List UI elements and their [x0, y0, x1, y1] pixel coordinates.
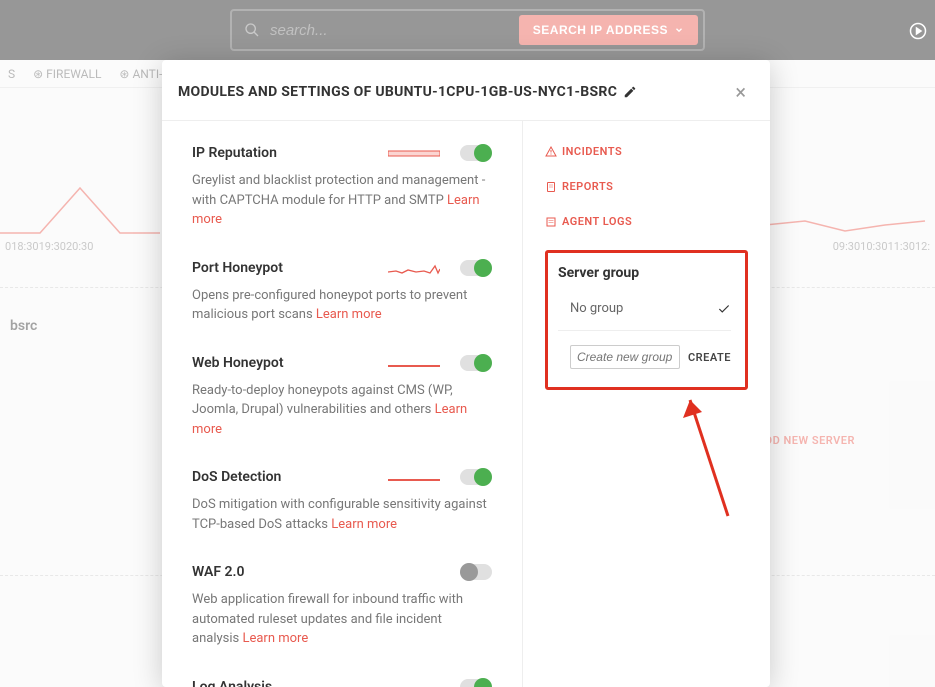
server-group-box: Server group No group CREATE: [545, 250, 748, 390]
warning-icon: [545, 146, 557, 158]
module-item: IP Reputation Greylist and blacklist pro…: [192, 145, 492, 230]
close-icon[interactable]: ×: [735, 80, 746, 104]
sparkline-icon: [388, 680, 440, 687]
module-toggle[interactable]: [460, 260, 492, 276]
nav-link-agent-logs[interactable]: AGENT LOGS: [545, 215, 748, 228]
create-group-button[interactable]: CREATE: [688, 351, 731, 364]
module-item: Port Honeypot Opens pre-configured honey…: [192, 260, 492, 325]
doc-icon: [545, 181, 557, 193]
module-toggle[interactable]: [460, 469, 492, 485]
modal-header: MODULES AND SETTINGS OF UBUNTU-1CPU-1GB-…: [162, 60, 770, 121]
learn-more-link[interactable]: Learn more: [242, 631, 308, 646]
module-item: Web Honeypot Ready-to-deploy honeypots a…: [192, 355, 492, 440]
learn-more-link[interactable]: Learn more: [316, 307, 382, 322]
modules-settings-modal: MODULES AND SETTINGS OF UBUNTU-1CPU-1GB-…: [162, 60, 770, 687]
sparkline-icon: [388, 146, 440, 160]
sparkline-icon: [388, 356, 440, 370]
module-toggle[interactable]: [460, 679, 492, 687]
create-group-input[interactable]: [570, 345, 680, 369]
module-name: Web Honeypot: [192, 355, 284, 371]
module-name: IP Reputation: [192, 145, 277, 161]
sparkline-icon: [388, 261, 440, 275]
module-name: Log Analysis: [192, 679, 272, 687]
list-icon: [545, 216, 557, 228]
check-icon: [717, 302, 731, 316]
module-description: Opens pre-configured honeypot ports to p…: [192, 286, 492, 325]
server-group-title: Server group: [558, 265, 731, 281]
modules-list: IP Reputation Greylist and blacklist pro…: [162, 121, 523, 687]
module-item: Log Analysis: [192, 679, 492, 687]
sparkline-icon: [388, 470, 440, 484]
module-item: WAF 2.0 Web application firewall for inb…: [192, 564, 492, 649]
module-name: WAF 2.0: [192, 564, 245, 580]
nav-link-incidents[interactable]: INCIDENTS: [545, 145, 748, 158]
modal-title: MODULES AND SETTINGS OF UBUNTU-1CPU-1GB-…: [178, 84, 637, 100]
learn-more-link[interactable]: Learn more: [192, 402, 467, 437]
module-item: DoS Detection DoS mitigation with config…: [192, 469, 492, 534]
module-description: DoS mitigation with configurable sensiti…: [192, 495, 492, 534]
sparkline-icon: [388, 565, 440, 579]
learn-more-link[interactable]: Learn more: [192, 193, 480, 228]
module-description: Web application firewall for inbound tra…: [192, 590, 492, 649]
learn-more-link[interactable]: Learn more: [331, 517, 397, 532]
module-description: Ready-to-deploy honeypots against CMS (W…: [192, 381, 492, 440]
annotation-arrow: [680, 388, 740, 528]
server-group-current-row[interactable]: No group: [558, 295, 731, 331]
module-toggle[interactable]: [460, 355, 492, 371]
module-toggle[interactable]: [460, 564, 492, 580]
create-group-row: CREATE: [558, 345, 731, 369]
nav-link-reports[interactable]: REPORTS: [545, 180, 748, 193]
module-toggle[interactable]: [460, 145, 492, 161]
module-name: Port Honeypot: [192, 260, 283, 276]
module-description: Greylist and blacklist protection and ma…: [192, 171, 492, 230]
module-name: DoS Detection: [192, 469, 281, 485]
server-group-current: No group: [570, 301, 623, 316]
edit-icon[interactable]: [623, 85, 637, 99]
